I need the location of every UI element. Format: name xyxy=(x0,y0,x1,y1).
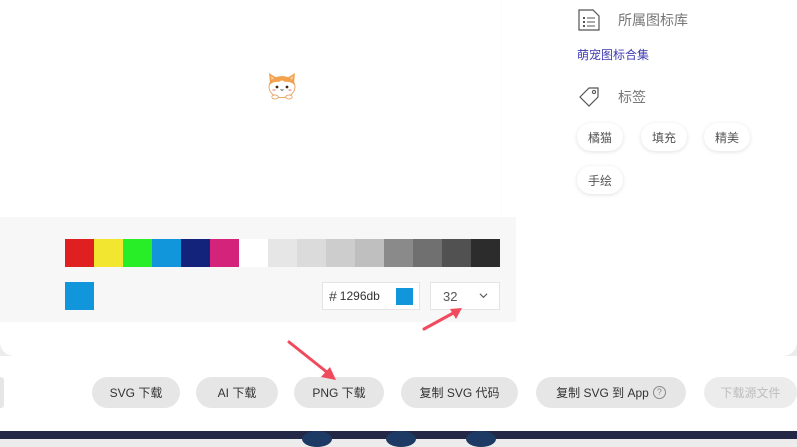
tag-chip[interactable]: 手绘 xyxy=(577,166,624,194)
tag-chip[interactable]: 精美 xyxy=(704,123,751,151)
cat-face-icon xyxy=(268,73,296,100)
copy-svg-to-app-button[interactable]: 复制 SVG 到 App ? xyxy=(536,377,686,408)
download-source-button[interactable]: 下载源文件 xyxy=(704,377,797,408)
color-swatch[interactable] xyxy=(123,239,152,267)
footer-graphic xyxy=(302,431,332,447)
help-icon[interactable]: ? xyxy=(652,386,666,399)
copy-svg-to-app-label: 复制 SVG 到 App xyxy=(556,386,649,400)
color-swatch[interactable] xyxy=(326,239,355,267)
color-swatch[interactable] xyxy=(297,239,326,267)
tags-label: 标签 xyxy=(618,89,646,105)
previous-action-button-edge[interactable] xyxy=(0,377,4,408)
ai-download-button[interactable]: AI 下载 xyxy=(196,377,278,408)
tag-chip[interactable]: 填充 xyxy=(641,123,688,151)
hex-color-value[interactable]: 1296db xyxy=(340,289,380,303)
size-select-value: 32 xyxy=(443,288,458,304)
copy-svg-code-button[interactable]: 复制 SVG 代码 xyxy=(401,377,518,408)
hex-color-input[interactable]: # 1296db xyxy=(322,282,420,310)
icon-detail-panel: # 1296db 32 所属图标库 萌宠图标合集 标签 橘猫 填充 精美 手绘 xyxy=(0,0,797,356)
color-swatch[interactable] xyxy=(181,239,210,267)
tags-row: 标签 xyxy=(577,85,646,109)
color-swatch[interactable] xyxy=(152,239,181,267)
current-color-swatch[interactable] xyxy=(65,282,94,310)
color-swatch[interactable] xyxy=(355,239,384,267)
chevron-down-icon xyxy=(479,293,488,299)
library-row: 所属图标库 xyxy=(577,8,688,32)
color-swatch[interactable] xyxy=(268,239,297,267)
tag-icon xyxy=(579,87,599,107)
color-swatch[interactable] xyxy=(94,239,123,267)
color-swatch[interactable] xyxy=(239,239,268,267)
color-swatch[interactable] xyxy=(65,239,94,267)
color-swatch[interactable] xyxy=(413,239,442,267)
color-palette xyxy=(65,239,500,267)
library-list-icon xyxy=(578,9,600,31)
png-download-button[interactable]: PNG 下载 xyxy=(294,377,384,408)
color-swatch[interactable] xyxy=(471,239,500,267)
color-swatch[interactable] xyxy=(442,239,471,267)
footer-graphic xyxy=(466,431,496,447)
library-label: 所属图标库 xyxy=(618,12,688,28)
svg-download-button[interactable]: SVG 下载 xyxy=(92,377,180,408)
color-swatch[interactable] xyxy=(384,239,413,267)
hex-color-chip[interactable] xyxy=(396,288,413,305)
icon-preview-area xyxy=(0,0,500,217)
library-link[interactable]: 萌宠图标合集 xyxy=(577,46,649,63)
tag-chip[interactable]: 橘猫 xyxy=(577,123,624,151)
hash-symbol: # xyxy=(329,288,337,304)
footer-graphic xyxy=(386,431,416,447)
size-select[interactable]: 32 xyxy=(430,282,500,310)
color-swatch[interactable] xyxy=(210,239,239,267)
